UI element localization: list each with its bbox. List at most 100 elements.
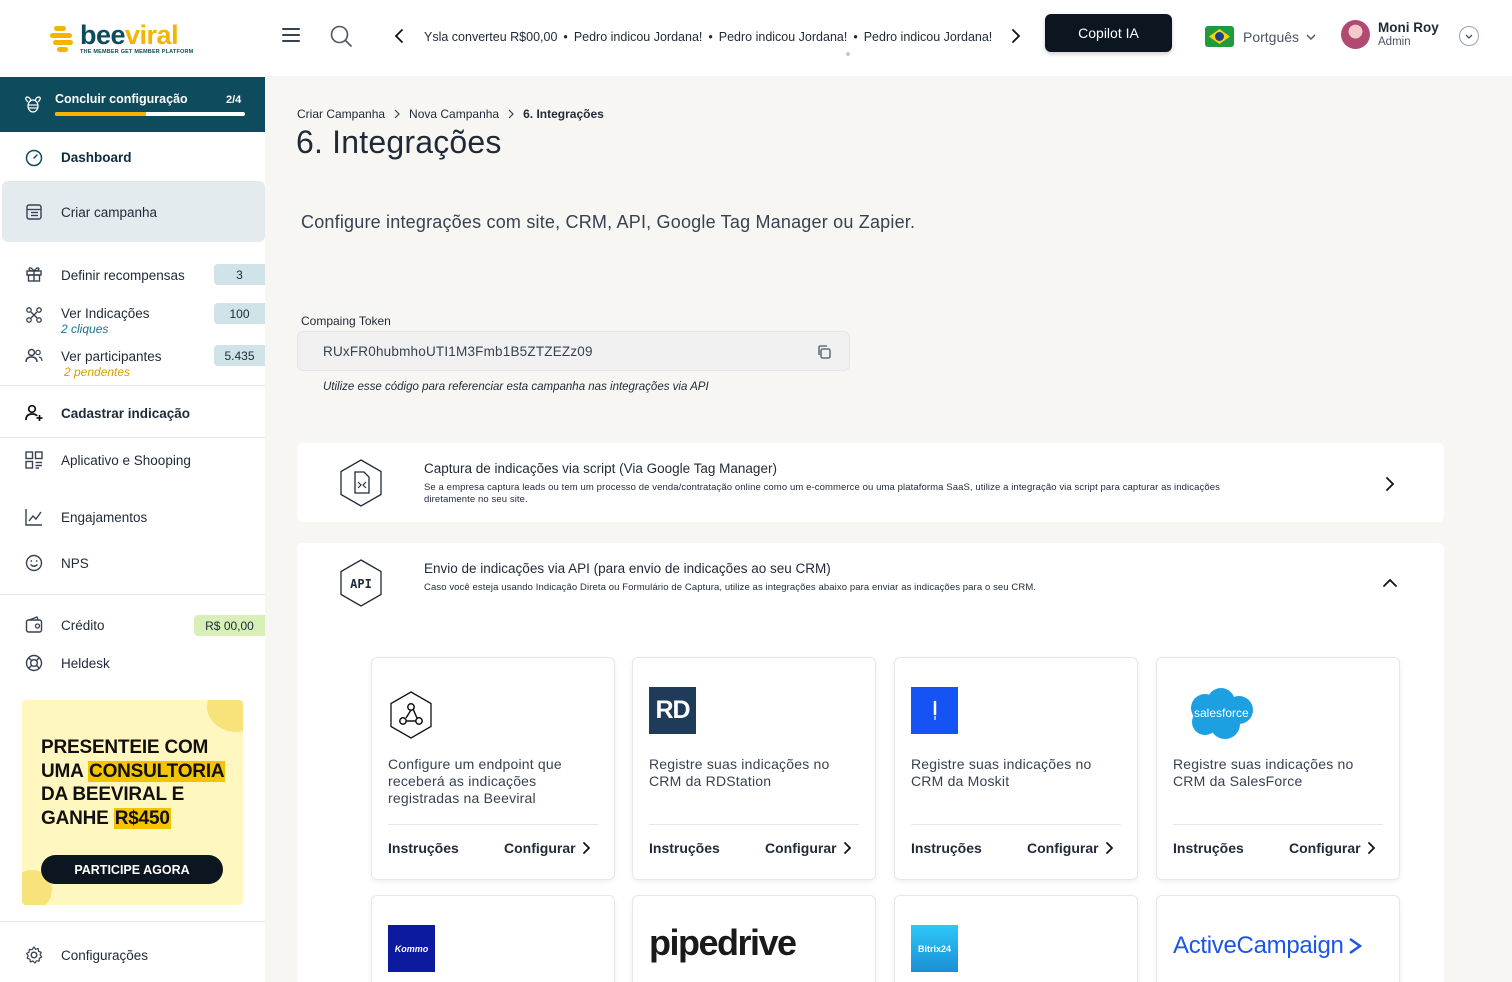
token-field[interactable]: RUxFR0hubmhoUTI1M3Fmb1B5ZTZEZz09 xyxy=(297,331,850,371)
setup-progress-bar xyxy=(55,112,245,116)
breadcrumb-item[interactable]: Nova Campanha xyxy=(409,107,499,121)
sidebar-item-label: Ver Indicações xyxy=(61,306,150,321)
gear-icon xyxy=(26,946,43,964)
chevron-up-icon[interactable] xyxy=(1382,575,1398,591)
configure-label: Configurar xyxy=(504,840,576,856)
chevron-right-icon xyxy=(1105,842,1113,854)
sidebar-item-criar-campanha-content[interactable]: Criar campanha xyxy=(0,201,265,225)
salesforce-logo: salesforce xyxy=(1183,686,1261,742)
script-file-icon xyxy=(340,459,382,507)
user-menu-toggle[interactable] xyxy=(1459,26,1479,46)
sidebar-item-label: Criar campanha xyxy=(61,205,158,220)
sidebar-item-label: Ver participantes xyxy=(61,349,162,364)
qr-code-icon xyxy=(25,451,43,469)
chevron-right-icon xyxy=(394,109,400,119)
brazil-flag-icon xyxy=(1205,26,1234,47)
sidebar-item-label: Definir recompensas xyxy=(61,268,185,283)
integration-card-moskit: Registre suas indicações no CRM da Moski… xyxy=(894,657,1138,880)
api-icon: API xyxy=(340,559,382,607)
language-label: Portguês xyxy=(1243,28,1300,45)
chevron-right-icon[interactable] xyxy=(1382,476,1398,492)
integration-card-activecampaign: ActiveCampaign xyxy=(1156,895,1400,982)
configure-button[interactable]: Configurar xyxy=(765,840,852,856)
setup-progress-banner[interactable]: Concluir configuração 2/4 xyxy=(0,77,265,132)
sidebar-item-indicacoes[interactable]: Ver Indicações 2 cliques 100 xyxy=(0,303,265,339)
promo-participate-button[interactable]: PARTICIPE AGORA xyxy=(41,855,223,884)
configure-label: Configurar xyxy=(1289,840,1361,856)
sidebar-item-dashboard[interactable]: Dashboard xyxy=(0,146,265,170)
card-description: Registre suas indicações no CRM da Sales… xyxy=(1173,756,1354,789)
configure-label: Configurar xyxy=(1027,840,1099,856)
pipedrive-logo: pipedrive xyxy=(649,922,797,963)
sidebar-item-sublabel: 2 pendentes xyxy=(64,365,131,379)
configure-button[interactable]: Configurar xyxy=(1289,840,1376,856)
ticker-indicator xyxy=(846,52,850,56)
wallet-icon xyxy=(25,616,43,633)
sidebar-item-label: NPS xyxy=(61,556,89,571)
page-description: Configure integrações com site, CRM, API… xyxy=(301,212,916,232)
sidebar-item-nps[interactable]: NPS xyxy=(0,552,265,576)
breadcrumb-item[interactable]: Criar Campanha xyxy=(297,107,385,121)
language-selector[interactable]: Portguês xyxy=(1205,26,1316,47)
chevron-right-icon xyxy=(582,842,590,854)
integration-card-pipedrive: pipedrive xyxy=(632,895,876,982)
sidebar-item-configuracoes[interactable]: Configurações xyxy=(0,944,265,968)
sidebar-item-label: Crédito xyxy=(61,618,105,633)
user-profile[interactable]: Moni Roy Admin xyxy=(1341,20,1439,49)
integration-card-kommo: Kommo xyxy=(371,895,615,982)
sidebar-item-label: Aplicativo e Shooping xyxy=(61,453,191,468)
instructions-link[interactable]: Instruções xyxy=(911,840,982,856)
activecampaign-logo-text: ActiveCampaign xyxy=(1173,932,1344,959)
configure-button[interactable]: Configurar xyxy=(504,840,591,856)
count-badge: 5.435 xyxy=(214,345,265,366)
sidebar-item-recompensas[interactable]: Definir recompensas 3 xyxy=(0,264,265,288)
panel-description: Caso você esteja usando Indicação Direta… xyxy=(424,582,1037,593)
sidebar-divider xyxy=(0,921,265,922)
sidebar-item-credito[interactable]: Crédito R$ 00,00 xyxy=(0,614,265,638)
configure-button[interactable]: Configurar xyxy=(1027,840,1114,856)
add-user-icon xyxy=(25,404,43,421)
search-icon[interactable] xyxy=(330,25,352,47)
ticker-next-icon[interactable] xyxy=(1008,27,1024,45)
sidebar-item-engajamentos[interactable]: Engajamentos xyxy=(0,506,265,530)
menu-toggle-icon[interactable] xyxy=(282,28,300,44)
gtm-integration-panel[interactable]: Captura de indicações via script (Via Go… xyxy=(297,443,1444,522)
copy-icon[interactable] xyxy=(816,344,832,360)
sidebar-item-participantes[interactable]: Ver participantes 2 pendentes 5.435 xyxy=(0,345,265,381)
user-name: Moni Roy xyxy=(1378,19,1439,35)
sidebar-item-aplicativo[interactable]: Aplicativo e Shooping xyxy=(0,449,265,473)
avatar xyxy=(1341,20,1370,49)
ticker-item: Pedro indicou Jordana! xyxy=(863,30,993,44)
ticker-prev-icon[interactable] xyxy=(391,27,407,45)
sidebar: Concluir configuração 2/4 Dashboard Cria… xyxy=(0,76,265,982)
promo-banner[interactable]: PRESENTEIE COM UMA CONSULTORIA DA BEEVIR… xyxy=(22,700,243,905)
sidebar-item-cadastrar[interactable]: Cadastrar indicação xyxy=(0,402,265,426)
token-hint: Utilize esse código para referenciar est… xyxy=(323,381,709,393)
card-description: Registre suas indicações no CRM da RDSta… xyxy=(649,756,830,789)
setup-count: 2/4 xyxy=(226,94,242,106)
credit-badge: R$ 00,00 xyxy=(194,615,265,636)
chevron-right-icon xyxy=(1367,842,1375,854)
users-icon xyxy=(25,348,43,363)
integration-card-salesforce: salesforce Registre suas indicações no C… xyxy=(1156,657,1400,880)
instructions-link[interactable]: Instruções xyxy=(1173,840,1244,856)
kommo-logo: Kommo xyxy=(388,925,435,972)
setup-progress-fill xyxy=(55,112,147,116)
instructions-link[interactable]: Instruções xyxy=(388,840,459,856)
token-label: Compaing Token xyxy=(301,314,391,328)
card-description: Registre suas indicações no CRM da Moski… xyxy=(911,756,1092,789)
instructions-link[interactable]: Instruções xyxy=(649,840,720,856)
breadcrumb: Criar Campanha Nova Campanha 6. Integraç… xyxy=(297,107,604,121)
token-value[interactable]: RUxFR0hubmhoUTI1M3Fmb1B5ZTZEZz09 xyxy=(323,344,593,359)
sidebar-item-label: Configurações xyxy=(61,948,149,963)
copilot-button[interactable]: Copilot IA xyxy=(1045,14,1172,52)
sidebar-item-heldesk[interactable]: Heldesk xyxy=(0,652,265,676)
bitrix24-logo: Bitrix24 xyxy=(911,925,958,972)
activity-ticker: Ysla converteu R$00,00 • Pedro indicou Jo… xyxy=(424,30,993,44)
api-icon-text: API xyxy=(350,577,372,591)
beeviral-logo[interactable]: beeviral THE MEMBER GET MEMBER PLATFORM xyxy=(50,22,193,56)
count-badge: 3 xyxy=(214,264,265,285)
chevron-down-icon xyxy=(1465,34,1473,39)
gauge-icon xyxy=(25,149,43,167)
command-key-icon xyxy=(26,307,42,323)
